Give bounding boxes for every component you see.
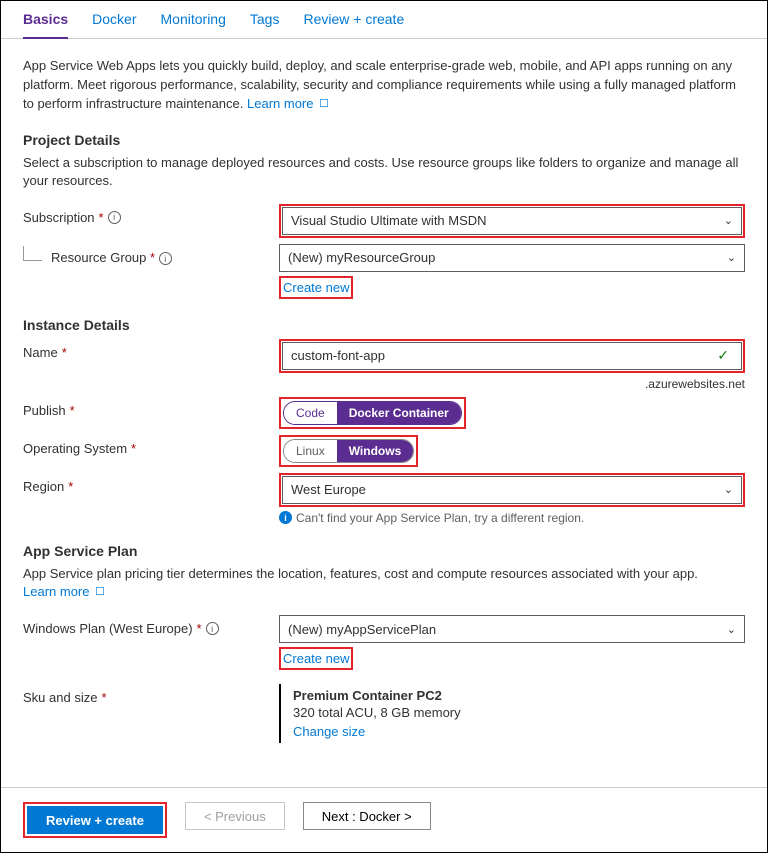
name-label: Name [23, 345, 58, 360]
domain-suffix: .azurewebsites.net [279, 377, 745, 391]
tab-monitoring[interactable]: Monitoring [161, 11, 226, 38]
learn-more-link[interactable]: Learn more ☐ [247, 96, 329, 111]
sku-sub: 320 total ACU, 8 GB memory [293, 705, 745, 720]
previous-button: < Previous [185, 802, 285, 830]
plan-select[interactable]: (New) myAppServicePlan ⌄ [279, 615, 745, 643]
create-new-plan-link[interactable]: Create new [283, 651, 349, 666]
chevron-down-icon: ⌄ [724, 214, 733, 227]
tab-bar: Basics Docker Monitoring Tags Review + c… [1, 1, 767, 39]
tab-review-create[interactable]: Review + create [303, 11, 404, 38]
instance-details-heading: Instance Details [23, 317, 745, 333]
review-create-button[interactable]: Review + create [27, 806, 163, 834]
next-button[interactable]: Next : Docker > [303, 802, 431, 830]
external-link-icon: ☐ [95, 586, 105, 598]
sku-title: Premium Container PC2 [293, 688, 745, 703]
subscription-label: Subscription [23, 210, 95, 225]
chevron-down-icon: ⌄ [727, 251, 736, 264]
change-size-link[interactable]: Change size [293, 724, 745, 739]
sku-box: Premium Container PC2 320 total ACU, 8 G… [279, 684, 745, 743]
tab-tags[interactable]: Tags [250, 11, 280, 38]
project-details-heading: Project Details [23, 132, 745, 148]
tab-basics[interactable]: Basics [23, 11, 68, 39]
intro-text: App Service Web Apps lets you quickly bu… [23, 57, 745, 114]
check-icon: ✓ [717, 347, 729, 364]
create-new-rg-link[interactable]: Create new [283, 280, 349, 295]
footer-actions: Review + create < Previous Next : Docker… [1, 787, 767, 852]
name-input[interactable]: custom-font-app ✓ [282, 342, 742, 370]
project-details-desc: Select a subscription to manage deployed… [23, 154, 745, 190]
plan-desc: App Service plan pricing tier determines… [23, 565, 745, 601]
chevron-down-icon: ⌄ [727, 623, 736, 636]
sku-label: Sku and size [23, 690, 97, 705]
subscription-select[interactable]: Visual Studio Ultimate with MSDN ⌄ [282, 207, 742, 235]
region-hint: i Can't find your App Service Plan, try … [279, 511, 745, 525]
region-select[interactable]: West Europe ⌄ [282, 476, 742, 504]
external-link-icon: ☐ [319, 98, 329, 110]
tab-docker[interactable]: Docker [92, 11, 136, 38]
resource-group-label: Resource Group [51, 250, 146, 265]
publish-docker-option[interactable]: Docker Container [337, 402, 461, 424]
info-badge-icon: i [279, 511, 292, 524]
plan-label: Windows Plan (West Europe) [23, 621, 193, 636]
publish-label: Publish [23, 403, 66, 418]
app-service-plan-heading: App Service Plan [23, 543, 745, 559]
publish-code-option[interactable]: Code [284, 402, 337, 424]
resource-group-select[interactable]: (New) myResourceGroup ⌄ [279, 244, 745, 272]
os-windows-option[interactable]: Windows [337, 440, 414, 462]
region-label: Region [23, 479, 64, 494]
info-icon[interactable]: i [159, 252, 172, 265]
plan-learn-more-link[interactable]: Learn more ☐ [23, 584, 105, 599]
info-icon[interactable]: i [206, 622, 219, 635]
info-icon[interactable]: i [108, 211, 121, 224]
os-label: Operating System [23, 441, 127, 456]
chevron-down-icon: ⌄ [724, 483, 733, 496]
os-linux-option[interactable]: Linux [284, 440, 337, 462]
